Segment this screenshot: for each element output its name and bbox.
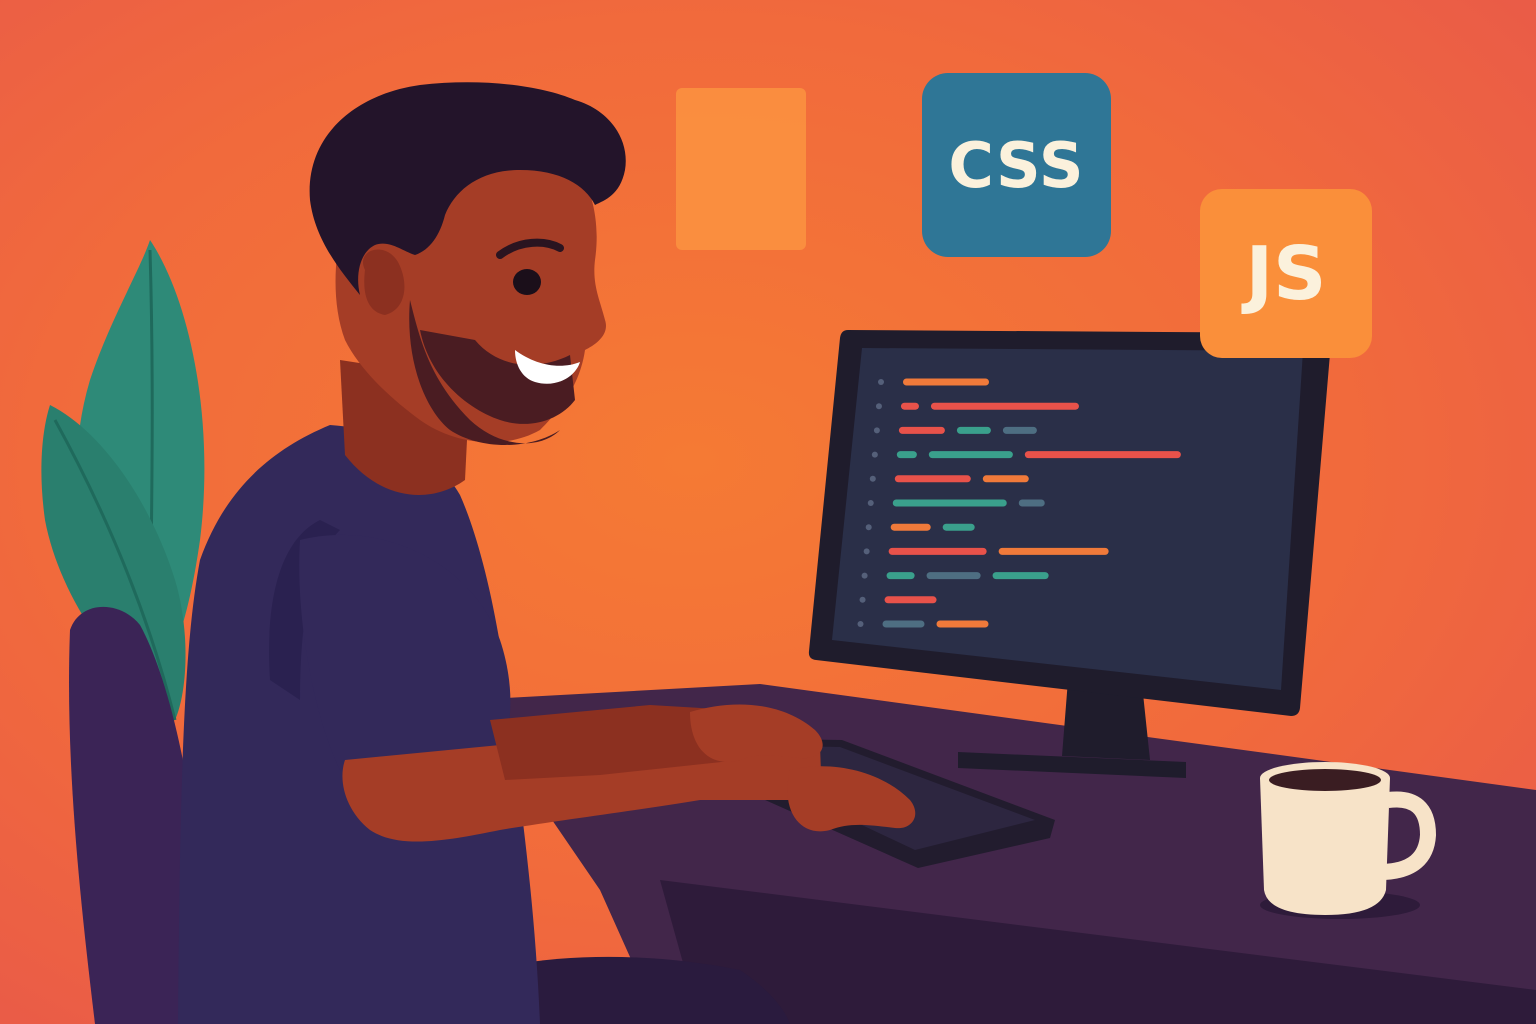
code-token (890, 523, 931, 531)
line-gutter-dot (863, 548, 870, 555)
code-token (886, 572, 915, 580)
js-badge: JS (1200, 189, 1372, 358)
code-token (926, 572, 981, 580)
code-token (928, 451, 1013, 459)
code-token (956, 426, 991, 434)
code-token (888, 547, 987, 555)
code-token (998, 547, 1109, 555)
code-token (1024, 451, 1181, 459)
css-badge: CSS (922, 73, 1111, 257)
line-gutter-dot (871, 451, 878, 458)
line-gutter-dot (859, 596, 866, 603)
code-token (882, 620, 925, 628)
code-token (896, 451, 917, 459)
line-gutter-dot (857, 621, 864, 627)
css-badge-label: CSS (948, 128, 1085, 202)
code-token (1002, 426, 1037, 434)
code-token (942, 523, 975, 531)
line-gutter-dot (861, 572, 868, 579)
line-gutter-dot (869, 475, 876, 482)
code-token (894, 475, 971, 483)
code-token (903, 378, 989, 386)
line-gutter-dot (878, 379, 884, 385)
monitor (808, 330, 1332, 716)
code-token (1018, 499, 1045, 507)
code-token (930, 402, 1079, 410)
js-badge-label: JS (1245, 230, 1327, 317)
code-token (898, 426, 945, 434)
code-token (900, 402, 919, 410)
line-gutter-dot (867, 500, 874, 506)
code-token (992, 572, 1049, 580)
code-token (892, 499, 1007, 507)
sticky-note (676, 88, 806, 250)
code-token (982, 475, 1029, 483)
code-token (884, 596, 937, 604)
code-token (936, 620, 989, 628)
line-gutter-dot (873, 427, 880, 434)
line-gutter-dot (865, 524, 872, 531)
line-gutter-dot (875, 403, 882, 410)
